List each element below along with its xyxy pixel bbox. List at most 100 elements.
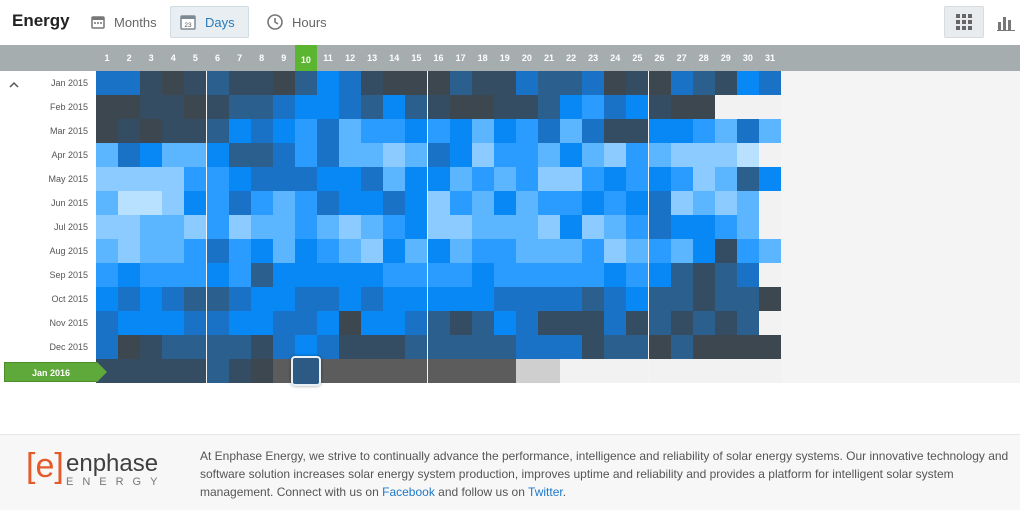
heatmap-cell[interactable] xyxy=(759,191,781,215)
heatmap-cell[interactable] xyxy=(692,191,715,215)
heatmap-cell[interactable] xyxy=(648,215,671,239)
heatmap-cell[interactable] xyxy=(361,143,384,167)
day-column-label[interactable]: 16 xyxy=(428,53,450,63)
heatmap-cell[interactable] xyxy=(184,71,207,95)
heatmap-cell[interactable] xyxy=(582,335,605,359)
heatmap-cell[interactable] xyxy=(560,215,583,239)
heatmap-cell[interactable] xyxy=(714,287,737,311)
heatmap-cell[interactable] xyxy=(736,287,759,311)
month-row-label[interactable]: Sep 2015 xyxy=(8,263,88,287)
heatmap-cell[interactable] xyxy=(670,119,693,143)
heatmap-cell[interactable] xyxy=(626,335,649,359)
month-row-label[interactable]: Oct 2015 xyxy=(8,287,88,311)
heatmap-cell[interactable] xyxy=(405,239,428,263)
day-column-label[interactable]: 1 xyxy=(96,53,118,63)
heatmap-cell[interactable] xyxy=(648,335,671,359)
heatmap-cell[interactable] xyxy=(162,311,185,335)
heatmap-cell[interactable] xyxy=(714,359,737,383)
heatmap-cell[interactable] xyxy=(228,239,251,263)
heatmap-cell[interactable] xyxy=(736,239,759,263)
day-column-label[interactable]: 4 xyxy=(162,53,184,63)
heatmap-cell[interactable] xyxy=(228,95,251,119)
heatmap-cell[interactable] xyxy=(427,95,450,119)
heatmap-cell[interactable] xyxy=(184,119,207,143)
heatmap-cell[interactable] xyxy=(648,287,671,311)
heatmap-cell[interactable] xyxy=(140,359,163,383)
heatmap-cell[interactable] xyxy=(228,191,251,215)
heatmap-cell[interactable] xyxy=(626,119,649,143)
heatmap-cell[interactable] xyxy=(736,95,759,119)
heatmap-cell[interactable] xyxy=(228,359,251,383)
heatmap-cell[interactable] xyxy=(184,311,207,335)
heatmap-cell[interactable] xyxy=(538,95,560,119)
heatmap-cell[interactable] xyxy=(736,71,759,95)
heatmap-cell[interactable] xyxy=(670,191,693,215)
heatmap-cell[interactable] xyxy=(228,263,251,287)
heatmap-cell[interactable] xyxy=(471,167,494,191)
heatmap-cell[interactable] xyxy=(515,335,538,359)
heatmap-cell[interactable] xyxy=(140,71,163,95)
heatmap-cell[interactable] xyxy=(317,167,339,191)
heatmap-cell[interactable] xyxy=(294,239,317,263)
heatmap-cell[interactable] xyxy=(272,311,295,335)
heatmap-cell[interactable] xyxy=(206,71,229,95)
heatmap-cell[interactable] xyxy=(626,239,649,263)
heatmap-cell[interactable] xyxy=(250,239,273,263)
heatmap-cell[interactable] xyxy=(759,119,781,143)
day-column-label[interactable]: 15 xyxy=(405,53,427,63)
heatmap-cell[interactable] xyxy=(538,191,560,215)
hours-button[interactable]: Hours xyxy=(258,6,335,38)
heatmap-cell[interactable] xyxy=(184,167,207,191)
heatmap-cell[interactable] xyxy=(714,335,737,359)
heatmap-cell[interactable] xyxy=(118,71,141,95)
heatmap-cell[interactable] xyxy=(250,119,273,143)
day-column-label[interactable]: 2 xyxy=(118,53,140,63)
heatmap-cell[interactable] xyxy=(184,143,207,167)
heatmap-cell[interactable] xyxy=(118,239,141,263)
heatmap-cell[interactable] xyxy=(604,95,627,119)
heatmap-cell[interactable] xyxy=(582,167,605,191)
heatmap-cell[interactable] xyxy=(560,263,583,287)
heatmap-cell[interactable] xyxy=(427,335,450,359)
month-row-label[interactable]: Dec 2015 xyxy=(8,335,88,359)
heatmap-cell[interactable] xyxy=(272,335,295,359)
heatmap-cell[interactable] xyxy=(96,239,118,263)
heatmap-cell[interactable] xyxy=(140,215,163,239)
heatmap-cell[interactable] xyxy=(560,239,583,263)
heatmap-cell[interactable] xyxy=(449,191,472,215)
heatmap-cell[interactable] xyxy=(538,71,560,95)
day-column-label[interactable]: 22 xyxy=(560,53,582,63)
heatmap-cell[interactable] xyxy=(339,287,362,311)
heatmap-cell[interactable] xyxy=(206,167,229,191)
heatmap-cell[interactable] xyxy=(449,263,472,287)
heatmap-cell[interactable] xyxy=(405,263,428,287)
heatmap-cell[interactable] xyxy=(228,335,251,359)
heatmap-cell[interactable] xyxy=(759,263,781,287)
heatmap-cell[interactable] xyxy=(383,119,406,143)
heatmap-cell[interactable] xyxy=(184,239,207,263)
heatmap-cell[interactable] xyxy=(361,239,384,263)
heatmap-cell[interactable] xyxy=(471,239,494,263)
heatmap-cell[interactable] xyxy=(383,167,406,191)
heatmap-cell[interactable] xyxy=(515,167,538,191)
heatmap-cell[interactable] xyxy=(538,119,560,143)
day-column-label[interactable]: 6 xyxy=(207,53,229,63)
day-column-label[interactable]: 5 xyxy=(184,53,206,63)
heatmap-cell[interactable] xyxy=(140,191,163,215)
heatmap-cell[interactable] xyxy=(736,215,759,239)
heatmap-cell[interactable] xyxy=(361,71,384,95)
heatmap-cell[interactable] xyxy=(184,191,207,215)
heatmap-cell[interactable] xyxy=(515,311,538,335)
day-column-label[interactable]: 20 xyxy=(516,53,538,63)
heatmap-cell[interactable] xyxy=(118,335,141,359)
heatmap-cell[interactable] xyxy=(272,215,295,239)
heatmap-cell[interactable] xyxy=(427,71,450,95)
heatmap-cell[interactable] xyxy=(493,167,516,191)
heatmap-cell[interactable] xyxy=(648,143,671,167)
heatmap-cell[interactable] xyxy=(471,359,494,383)
heatmap-cell[interactable] xyxy=(250,335,273,359)
heatmap-cell[interactable] xyxy=(736,167,759,191)
heatmap-cell[interactable] xyxy=(515,119,538,143)
heatmap-cell[interactable] xyxy=(759,95,781,119)
heatmap-cell[interactable] xyxy=(648,71,671,95)
